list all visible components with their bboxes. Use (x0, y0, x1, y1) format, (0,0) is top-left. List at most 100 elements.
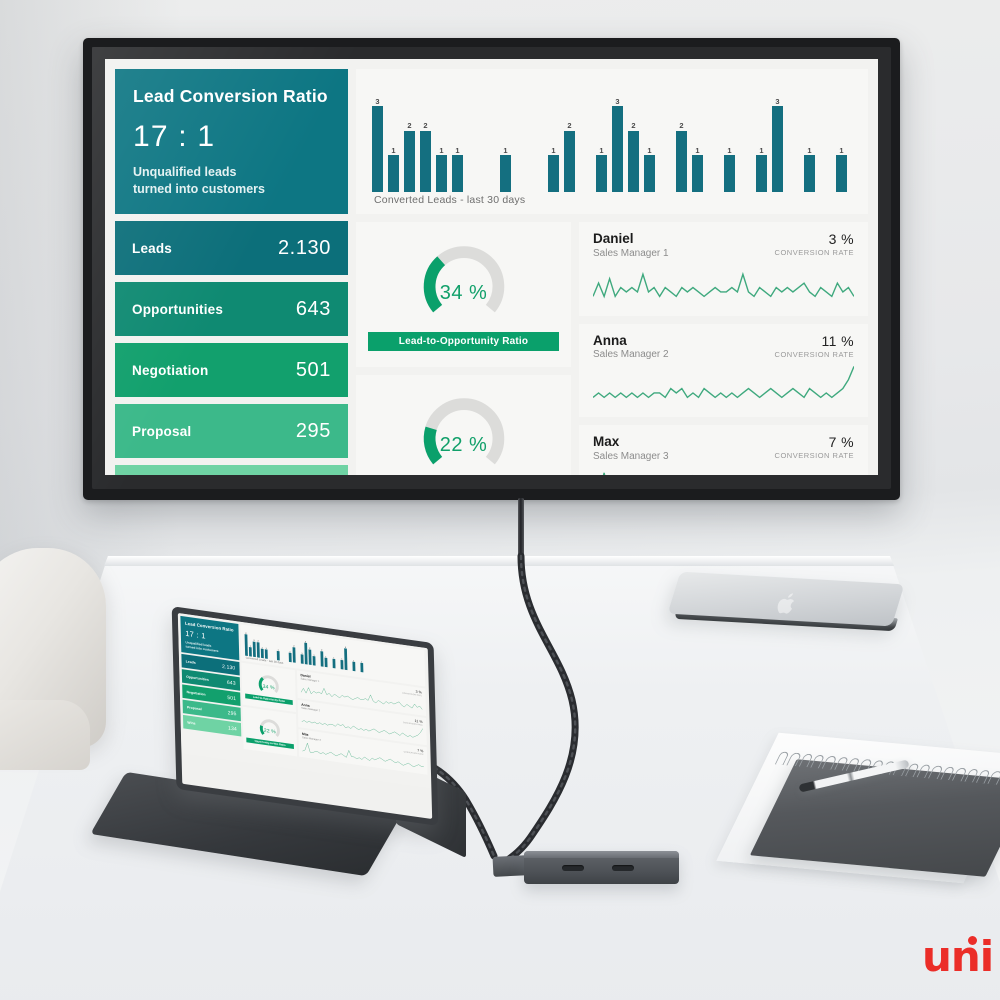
bar-chart-bar: 1 (596, 81, 607, 192)
gauge-card-1: 34 % Lead-to-Opportunity Ratio (241, 662, 296, 713)
funnel-row-proposal[interactable]: Proposal 295 (115, 404, 348, 458)
rep-name: Max (593, 434, 620, 450)
gauge-ring: 22 % (402, 390, 526, 475)
bar-value-label: 1 (551, 145, 556, 155)
sales-rep-card-anna[interactable]: Anna Sales Manager 2 11 % CONVERSION RATE (579, 323, 868, 418)
bar-chart-bar: 1 (644, 81, 655, 192)
bar (264, 649, 268, 659)
bar-value-label: 1 (439, 145, 444, 155)
funnel-row-wins[interactable]: Wins134 (115, 465, 348, 475)
funnel-row-negotiation[interactable]: Negotiation 501 (115, 343, 348, 397)
bar (404, 130, 415, 192)
tablet-screen[interactable]: Lead Conversion Ratio 17 : 1 Unqualified… (177, 613, 433, 819)
tv-bezel: Lead Conversion Ratio 17 : 1 Unqualified… (92, 47, 891, 489)
rep-header: Daniel Sales Manager 1 3 % CONVERSION RATE (593, 231, 854, 259)
bar (276, 650, 280, 661)
hub-usb-c-port-1[interactable] (562, 865, 584, 871)
bar (260, 648, 264, 659)
bar-chart-empty-slot (284, 634, 287, 662)
bar (628, 130, 639, 192)
bar-chart-empty-slot (708, 81, 719, 192)
rep-conversion-percent: 11 % (821, 332, 854, 349)
bar-chart-bar: 1 (724, 81, 735, 192)
bar (244, 634, 248, 657)
rep-sparkline (593, 362, 854, 411)
bar (596, 155, 607, 192)
bar (836, 155, 847, 192)
funnel-value: 643 (226, 679, 236, 687)
bar (292, 647, 296, 663)
bar-chart-bar: 2 (256, 630, 260, 658)
lead-conversion-ratio-card: Lead Conversion Ratio 17 : 1 Unqualified… (115, 69, 348, 214)
bar (340, 659, 344, 670)
funnel-label: Leads (185, 659, 196, 665)
hub-usb-c-port-2[interactable] (612, 865, 634, 871)
bar-chart-bar: 1 (500, 81, 511, 192)
bar-chart-bar: 1 (548, 81, 559, 192)
bar-chart-plot-area: 3 1 2 2 1 1 1 1 2 1 3 2 1 2 1 1 1 3 1 1 (372, 81, 852, 194)
bar-chart-bar: 3 (344, 642, 348, 671)
bar-chart-empty-slot (740, 81, 751, 192)
bar-chart-bar: 2 (420, 81, 431, 192)
rep-sparkline (593, 261, 854, 310)
bar-chart-bar: 1 (352, 643, 356, 672)
bar-chart-bar: 1 (300, 636, 304, 664)
bar (312, 656, 316, 666)
bar-chart-empty-slot (328, 640, 331, 668)
bar-chart-empty-slot (516, 81, 527, 192)
bar-chart-bar: 2 (564, 81, 575, 192)
sales-rep-card-daniel[interactable]: Daniel Sales Manager 1 3 % CONVERSION RATE (579, 222, 868, 316)
bar-chart-empty-slot (316, 638, 319, 666)
bar (724, 155, 735, 192)
funnel-row-leads[interactable]: Leads 2.130 (115, 221, 348, 275)
bar-chart-empty-slot (532, 81, 543, 192)
sales-rep-card-max[interactable]: Max Sales Manager 3 7 % CONVERSION RATE (579, 425, 868, 475)
gauge-label: Opportunity-to-Win Ratio (246, 737, 294, 749)
tv-screen[interactable]: Lead Conversion Ratio 17 : 1 Unqualified… (105, 59, 878, 475)
lead-conversion-ratio-card: Lead Conversion Ratio 17 : 1 Unqualified… (180, 615, 240, 661)
bar (548, 155, 559, 192)
usb-c-hub[interactable] (524, 851, 679, 884)
tablet-body: Lead Conversion Ratio 17 : 1 Unqualified… (171, 606, 439, 826)
bar-chart-empty-slot (468, 81, 479, 192)
funnel-label: Opportunities (186, 674, 209, 682)
gauge-ring: 22 % (254, 715, 285, 741)
rep-metric: 3 % CONVERSION RATE (775, 231, 854, 257)
bar-chart-empty-slot (356, 644, 359, 672)
funnel-row-opportunities[interactable]: Opportunities 643 (115, 282, 348, 336)
sales-rep-column: Daniel Sales Manager 1 3 % CONVERSION RATE A… (579, 222, 868, 475)
gauge-percent-value: 22 % (439, 434, 488, 457)
funnel-value: 295 (227, 709, 237, 717)
gauge-ring: 34 % (253, 671, 284, 697)
bar-chart-bar: 1 (340, 641, 344, 670)
bar-value-label: 1 (503, 145, 508, 155)
bar-chart-empty-slot (580, 81, 591, 192)
bar (344, 648, 348, 671)
rep-identity: Daniel Sales Manager 1 (593, 231, 669, 259)
rep-identity: Max Sales Manager 3 (593, 434, 669, 462)
bar-chart-empty-slot (348, 643, 351, 671)
bar-chart-bar: 1 (312, 637, 316, 666)
bar (564, 130, 575, 192)
bar (644, 155, 655, 192)
hero-subtitle-line1: Unqualified leads (133, 165, 237, 179)
bar (612, 106, 623, 192)
bar-chart-bar: 2 (404, 81, 415, 192)
rep-conversion-percent: 7 % (828, 434, 854, 451)
dashboard-right-column: 3 1 2 2 1 1 1 1 2 1 3 2 1 2 1 1 1 3 1 1 Converted Leads - l… (356, 69, 868, 475)
tablet-device: Lead Conversion Ratio 17 : 1 Unqualified… (90, 606, 466, 877)
bar-value-label: 1 (647, 145, 652, 155)
gauge-label: Lead-to-Opportunity Ratio (368, 331, 559, 351)
funnel-value: 501 (227, 694, 237, 702)
bar-chart-bar: 1 (288, 634, 292, 663)
rep-metric: 11 % CONVERSION RATE (775, 333, 854, 359)
tablet-mirrored-dashboard: Lead Conversion Ratio 17 : 1 Unqualified… (177, 613, 431, 819)
bar-value-label: 1 (599, 145, 604, 155)
hub-top-face (524, 851, 679, 858)
office-chair-seat (0, 700, 90, 770)
bar (756, 155, 767, 192)
bar-chart-bar: 1 (332, 640, 336, 669)
rep-metric-label: CONVERSION RATE (774, 451, 854, 461)
bar-chart-bar: 1 (260, 630, 264, 659)
bar-chart-empty-slot (280, 633, 283, 661)
